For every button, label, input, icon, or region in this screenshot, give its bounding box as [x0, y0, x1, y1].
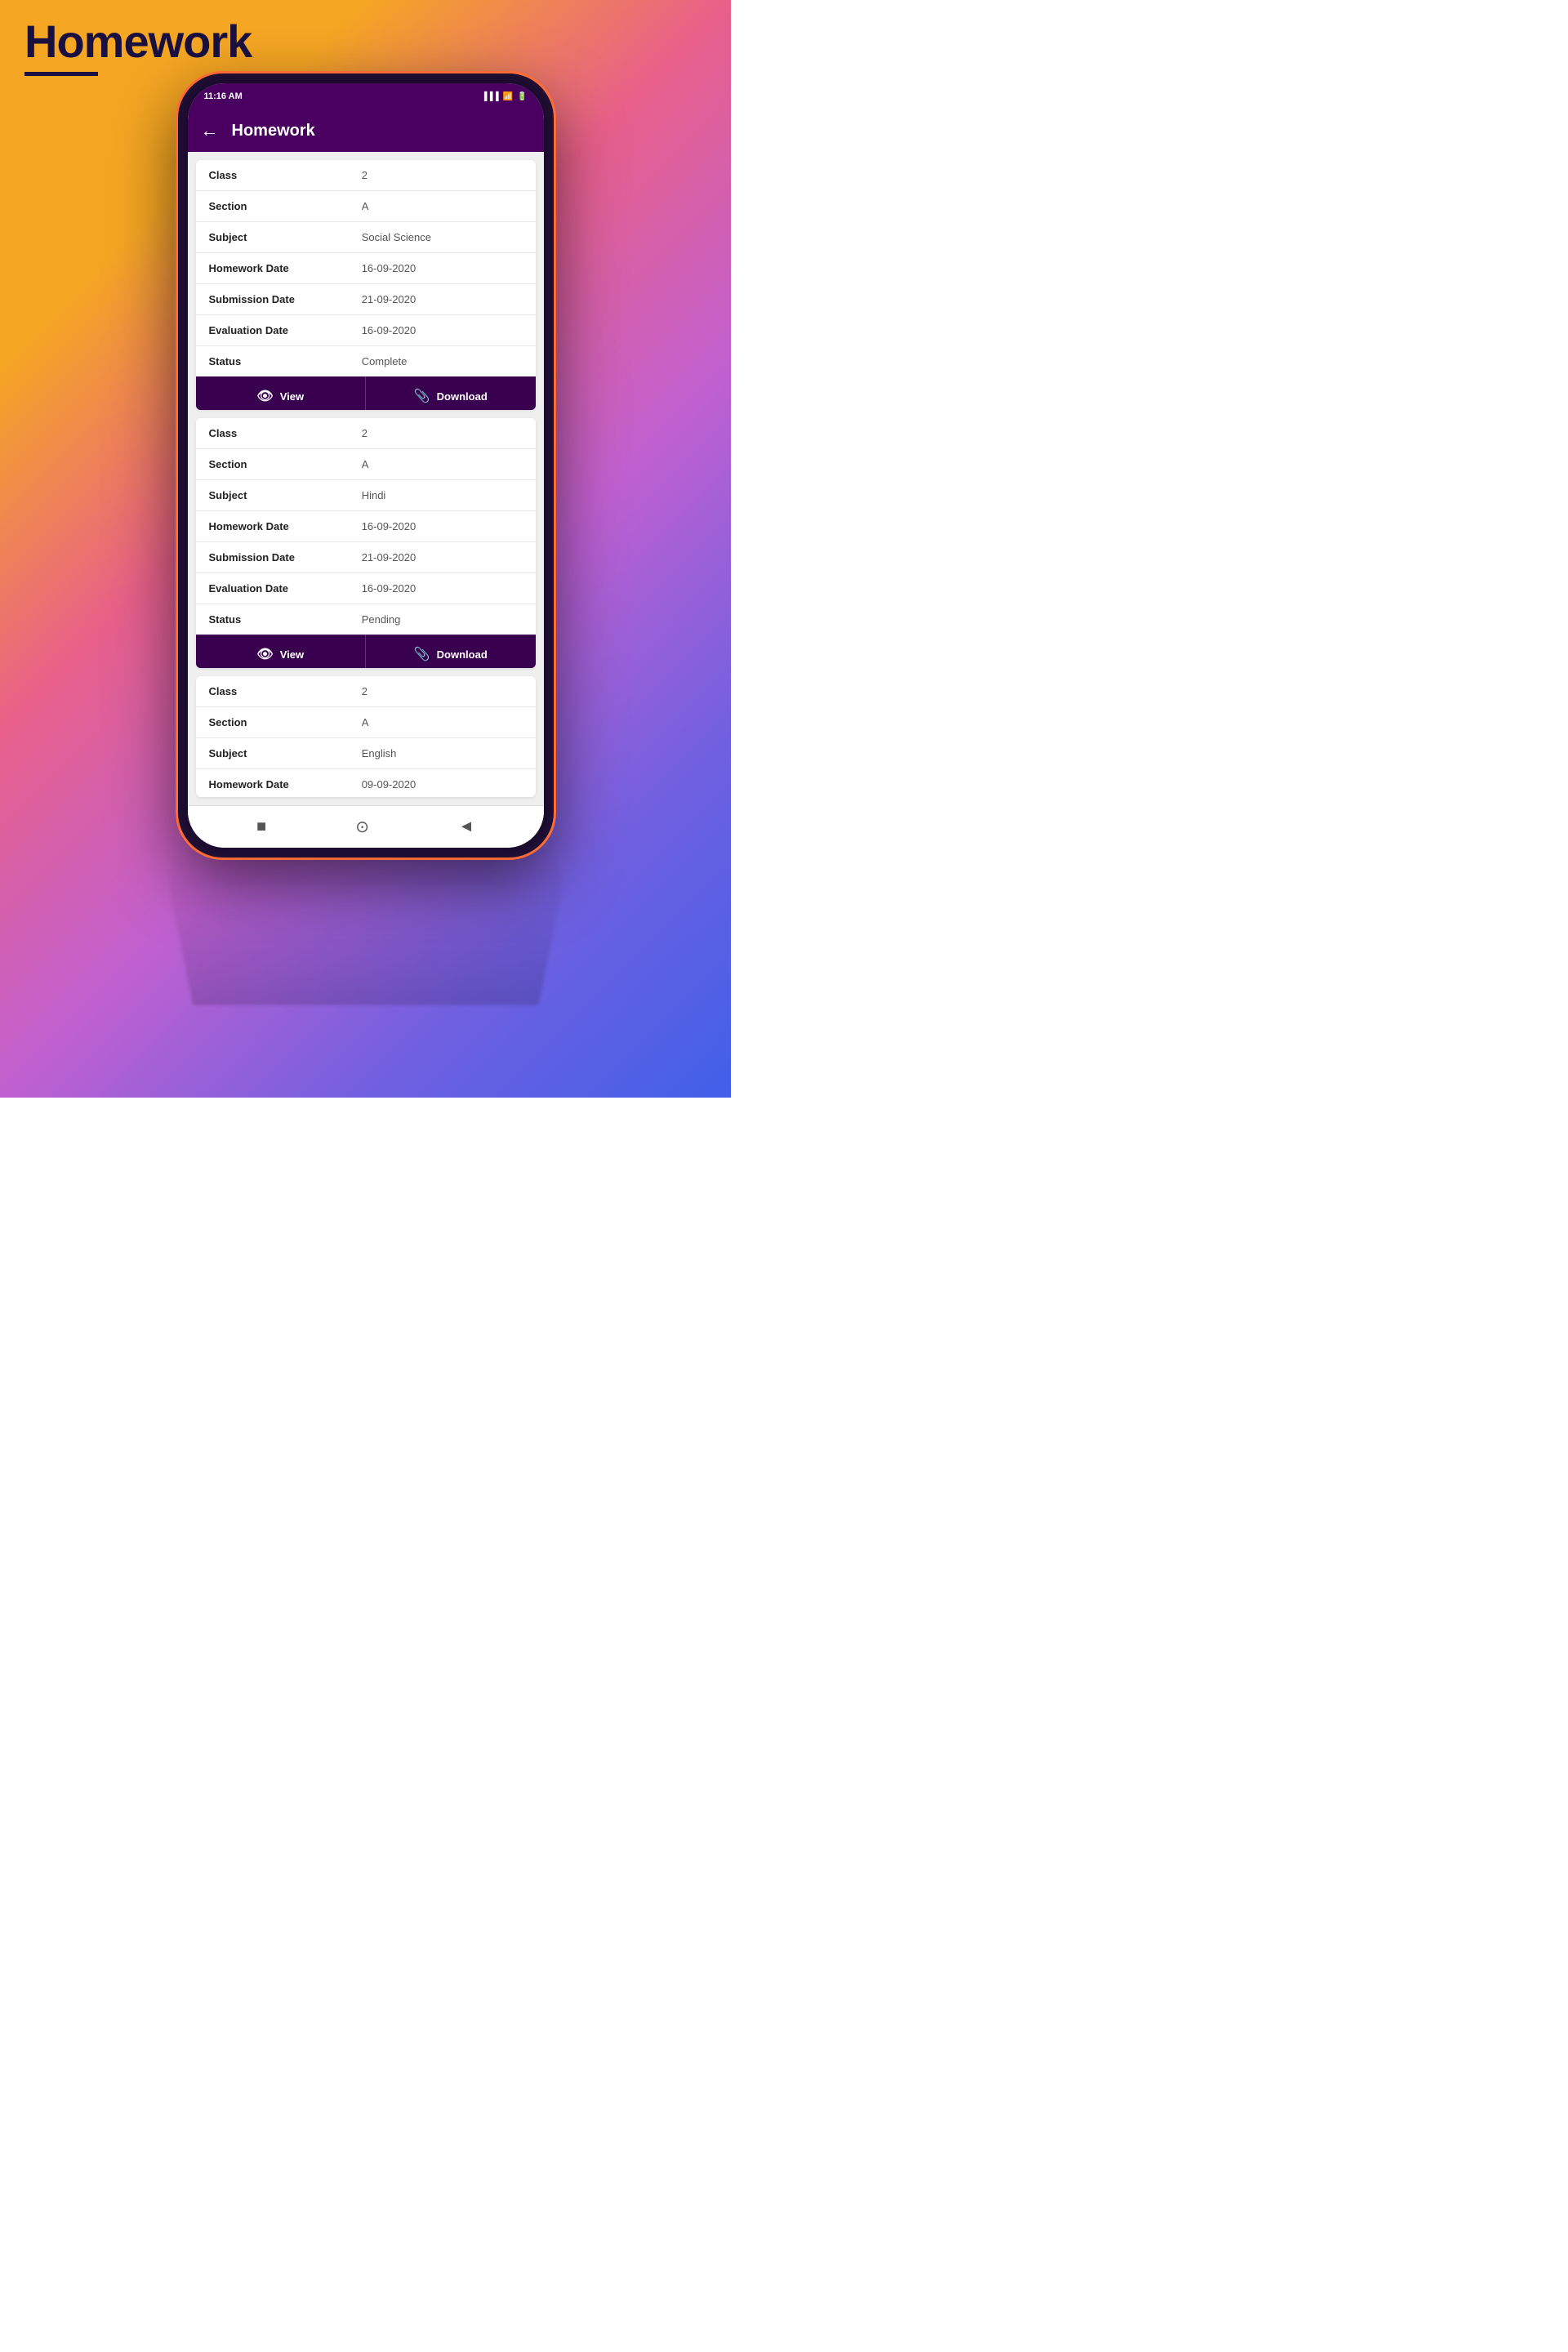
bottom-nav: ■ ⊙ ◄ [188, 805, 544, 848]
field-value: A [349, 707, 536, 738]
table-row: Subject Social Science [196, 222, 536, 253]
view-button-2[interactable]: 👁 View [196, 635, 367, 668]
field-value: 2 [349, 418, 536, 449]
view-label: View [280, 390, 304, 403]
field-label: Submission Date [196, 284, 349, 315]
card-2-table: Class 2 Section A Subject Hindi Homewo [196, 418, 536, 635]
homework-card-1: Class 2 Section A Subject Social Science [196, 160, 536, 410]
page-title: Homework [24, 15, 252, 68]
view-label: View [280, 648, 304, 661]
field-label: Class [196, 418, 349, 449]
table-row: Homework Date 16-09-2020 [196, 253, 536, 284]
table-row: Class 2 [196, 160, 536, 191]
phone-wrapper: 11:16 AM ▐▐▐ 📶 🔋 ← Homework Class [178, 74, 554, 1013]
signal-icon: ▐▐▐ [481, 92, 498, 101]
download-button-1[interactable]: 📎 Download [366, 376, 536, 410]
nav-title: Homework [232, 122, 315, 140]
nav-bar: ← Homework [188, 109, 544, 152]
homework-card-2: Class 2 Section A Subject Hindi Homewo [196, 418, 536, 668]
download-label: Download [437, 390, 488, 403]
attachment-icon: 📎 [414, 646, 430, 662]
field-value: 16-09-2020 [349, 253, 536, 284]
field-value: 2 [349, 160, 536, 191]
field-label: Subject [196, 480, 349, 511]
table-row: Section A [196, 449, 536, 480]
field-label: Evaluation Date [196, 573, 349, 604]
field-value: English [349, 738, 536, 769]
table-row: Submission Date 21-09-2020 [196, 284, 536, 315]
field-label: Section [196, 707, 349, 738]
eye-icon: 👁 [256, 388, 273, 404]
field-label: Homework Date [196, 511, 349, 542]
card-2-actions: 👁 View 📎 Download [196, 635, 536, 668]
status-icons: ▐▐▐ 📶 🔋 [481, 92, 527, 101]
field-label: Section [196, 191, 349, 222]
table-row: Status Pending [196, 604, 536, 635]
field-value: 09-09-2020 [349, 769, 536, 797]
table-row: Submission Date 21-09-2020 [196, 542, 536, 573]
card-1-table: Class 2 Section A Subject Social Science [196, 160, 536, 376]
table-row: Class 2 [196, 418, 536, 449]
card-3-table: Class 2 Section A Subject English Home [196, 676, 536, 797]
field-value: 21-09-2020 [349, 542, 536, 573]
field-label: Subject [196, 738, 349, 769]
field-label: Homework Date [196, 253, 349, 284]
field-value: A [349, 449, 536, 480]
field-value: Complete [349, 346, 536, 377]
nav-square-button[interactable]: ■ [256, 817, 266, 836]
field-label: Evaluation Date [196, 315, 349, 346]
homework-card-3: Class 2 Section A Subject English Home [196, 676, 536, 797]
field-value: A [349, 191, 536, 222]
field-value: 16-09-2020 [349, 315, 536, 346]
field-label: Class [196, 676, 349, 707]
wifi-icon: 📶 [503, 92, 513, 101]
table-row: Status Complete [196, 346, 536, 377]
field-label: Section [196, 449, 349, 480]
table-row: Subject English [196, 738, 536, 769]
nav-back-button[interactable]: ◄ [458, 817, 474, 836]
table-row: Homework Date 16-09-2020 [196, 511, 536, 542]
download-button-2[interactable]: 📎 Download [366, 635, 536, 668]
phone-device: 11:16 AM ▐▐▐ 📶 🔋 ← Homework Class [178, 74, 554, 858]
download-label: Download [437, 648, 488, 661]
field-value: 16-09-2020 [349, 573, 536, 604]
back-button[interactable]: ← [201, 120, 219, 141]
field-label: Subject [196, 222, 349, 253]
battery-icon: 🔋 [517, 92, 527, 101]
view-button-1[interactable]: 👁 View [196, 376, 367, 410]
field-value: 2 [349, 676, 536, 707]
field-value: 21-09-2020 [349, 284, 536, 315]
field-value: Social Science [349, 222, 536, 253]
field-label: Status [196, 604, 349, 635]
field-value: Pending [349, 604, 536, 635]
phone-reflection [160, 843, 572, 1004]
attachment-icon: 📎 [414, 388, 430, 404]
table-row: Class 2 [196, 676, 536, 707]
field-value: Hindi [349, 480, 536, 511]
screen-content[interactable]: Class 2 Section A Subject Social Science [188, 152, 544, 805]
nav-home-button[interactable]: ⊙ [355, 817, 369, 837]
status-bar: 11:16 AM ▐▐▐ 📶 🔋 [188, 83, 544, 109]
status-time: 11:16 AM [204, 91, 243, 101]
table-row: Section A [196, 191, 536, 222]
field-label: Class [196, 160, 349, 191]
card-1-actions: 👁 View 📎 Download [196, 376, 536, 410]
field-label: Status [196, 346, 349, 377]
table-row: Subject Hindi [196, 480, 536, 511]
table-row: Homework Date 09-09-2020 [196, 769, 536, 797]
field-label: Homework Date [196, 769, 349, 797]
table-row: Evaluation Date 16-09-2020 [196, 573, 536, 604]
field-value: 16-09-2020 [349, 511, 536, 542]
eye-icon: 👁 [256, 646, 273, 662]
table-row: Evaluation Date 16-09-2020 [196, 315, 536, 346]
phone-screen: 11:16 AM ▐▐▐ 📶 🔋 ← Homework Class [188, 83, 544, 848]
title-underline [24, 72, 98, 76]
table-row: Section A [196, 707, 536, 738]
field-label: Submission Date [196, 542, 349, 573]
